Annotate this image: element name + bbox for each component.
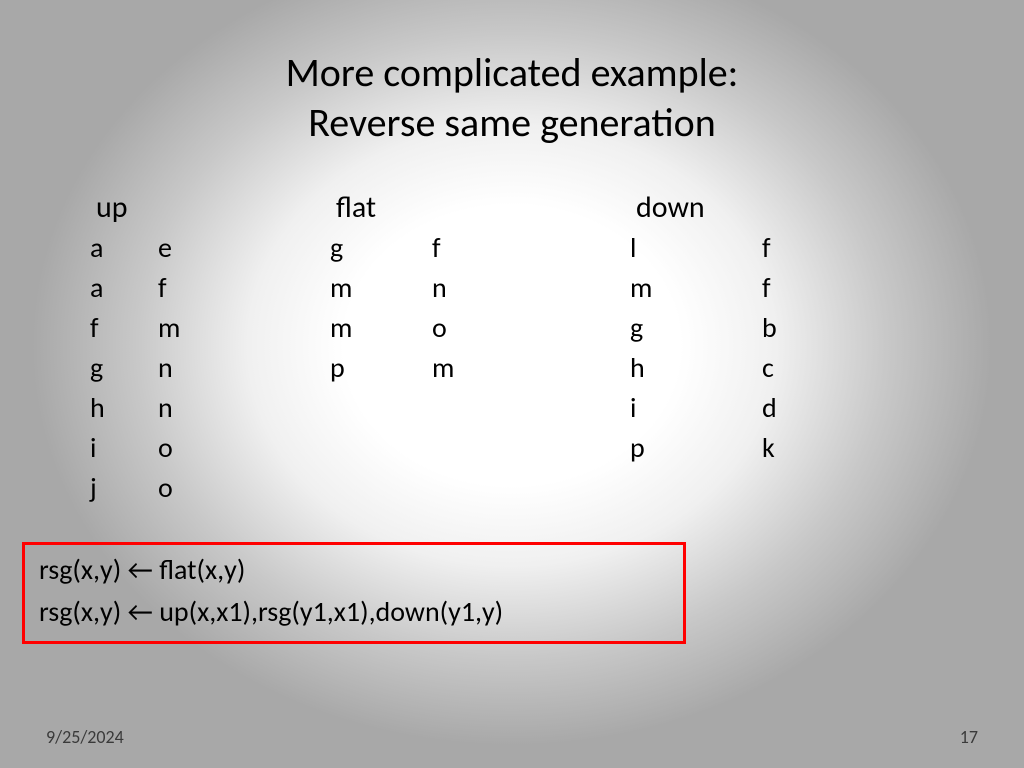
- title-line-1: More complicated example:: [286, 48, 739, 97]
- cell: f: [762, 268, 771, 308]
- table-row: lf: [630, 228, 890, 268]
- table-row: pk: [630, 428, 890, 468]
- slide-title: More complicated example: Reverse same g…: [0, 48, 1024, 148]
- cell: f: [762, 228, 771, 268]
- cell: b: [762, 308, 777, 348]
- table-row: gn: [90, 348, 330, 388]
- cell: m: [330, 268, 432, 308]
- column-down: down lf mf gb hc id pk: [630, 188, 890, 508]
- table-row: id: [630, 388, 890, 428]
- table-row: jo: [90, 468, 330, 508]
- cell: o: [158, 428, 173, 468]
- cell: p: [630, 428, 762, 468]
- cell: f: [158, 268, 167, 308]
- table-row: hn: [90, 388, 330, 428]
- title-line-2: Reverse same generation: [308, 98, 715, 147]
- rule-line-2: rsg(x,y) ← up(x,x1),rsg(y1,x1),down(y1,y…: [39, 591, 669, 633]
- cell: c: [762, 348, 774, 388]
- cell: f: [90, 308, 158, 348]
- table-row: af: [90, 268, 330, 308]
- cell: j: [90, 468, 158, 508]
- column-up-header: up: [90, 188, 330, 228]
- cell: p: [330, 348, 432, 388]
- cell: h: [630, 348, 762, 388]
- cell: i: [630, 388, 762, 428]
- cell: o: [158, 468, 173, 508]
- cell: d: [762, 388, 777, 428]
- cell: h: [90, 388, 158, 428]
- table-row: mf: [630, 268, 890, 308]
- rule-line-1: rsg(x,y) ← flat(x,y): [39, 549, 669, 591]
- cell: m: [432, 348, 454, 388]
- cell: m: [158, 308, 180, 348]
- cell: n: [432, 268, 447, 308]
- cell: m: [630, 268, 762, 308]
- cell: g: [330, 228, 432, 268]
- cell: n: [158, 348, 173, 388]
- cell: a: [90, 228, 158, 268]
- footer-date: 9/25/2024: [46, 726, 124, 748]
- table-row: io: [90, 428, 330, 468]
- cell: g: [630, 308, 762, 348]
- table-row: pm: [330, 348, 630, 388]
- table-row: mn: [330, 268, 630, 308]
- column-flat: flat gf mn mo pm: [330, 188, 630, 508]
- cell: n: [158, 388, 173, 428]
- cell: f: [432, 228, 441, 268]
- footer-page-number: 17: [960, 726, 978, 748]
- cell: m: [330, 308, 432, 348]
- table-row: fm: [90, 308, 330, 348]
- column-up: up ae af fm gn hn io jo: [90, 188, 330, 508]
- cell: l: [630, 228, 762, 268]
- columns-area: up ae af fm gn hn io jo flat gf mn mo pm…: [90, 188, 934, 508]
- table-row: gb: [630, 308, 890, 348]
- table-row: ae: [90, 228, 330, 268]
- slide: More complicated example: Reverse same g…: [0, 0, 1024, 768]
- table-row: hc: [630, 348, 890, 388]
- cell: e: [158, 228, 172, 268]
- column-down-header: down: [630, 188, 890, 228]
- cell: o: [432, 308, 447, 348]
- rules-box: rsg(x,y) ← flat(x,y) rsg(x,y) ← up(x,x1)…: [22, 542, 686, 644]
- table-row: gf: [330, 228, 630, 268]
- cell: i: [90, 428, 158, 468]
- cell: a: [90, 268, 158, 308]
- cell: k: [762, 428, 775, 468]
- table-row: mo: [330, 308, 630, 348]
- column-flat-header: flat: [330, 188, 630, 228]
- cell: g: [90, 348, 158, 388]
